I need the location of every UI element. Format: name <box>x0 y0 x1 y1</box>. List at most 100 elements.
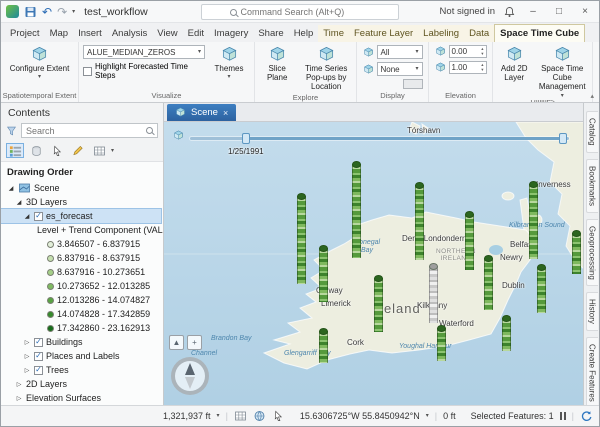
spinner-arrows-icon[interactable]: ▴ ▾ <box>481 46 483 56</box>
scale-control[interactable]: 1,321,937 ft <box>163 411 211 421</box>
layer-checkbox[interactable]: ✓ <box>34 365 43 375</box>
cube-column[interactable] <box>502 315 511 351</box>
undo-icon[interactable]: ↶ <box>42 6 52 18</box>
command-search-input[interactable] <box>240 7 371 17</box>
coordinates-caret-icon[interactable]: ▾ <box>426 413 429 419</box>
cube-column[interactable] <box>415 182 424 260</box>
scene-view-tab[interactable]: Scene × <box>167 104 237 121</box>
pause-drawing-icon[interactable] <box>559 412 566 420</box>
list-by-editing-icon[interactable] <box>69 143 87 158</box>
cube-column[interactable] <box>437 325 446 361</box>
selection-tool-icon[interactable] <box>272 410 285 422</box>
highlight-forecast-checkbox-row[interactable]: Highlight Forecasted Time Steps <box>83 62 205 80</box>
contents-search-input[interactable] <box>26 125 143 136</box>
cube-management-button[interactable]: Space Time Cube Management ▾ <box>535 45 589 100</box>
cube-column[interactable] <box>429 263 438 323</box>
collapse-ribbon-button[interactable]: ▴ <box>590 92 594 100</box>
display-all-dropdown[interactable]: All ▾ <box>376 45 423 59</box>
signin-status[interactable]: Not signed in <box>440 6 495 17</box>
filter-icon[interactable] <box>6 125 17 137</box>
layer-checkbox[interactable]: ✓ <box>34 337 43 347</box>
legend-item[interactable]: 10.273652 - 12.013285 <box>1 279 163 293</box>
list-by-drawing-order-icon[interactable] <box>6 143 24 158</box>
tree-item-elevation-surfaces[interactable]: ▷ Elevation Surfaces <box>1 391 163 405</box>
tree-item-3d-layers[interactable]: ◢ 3D Layers <box>1 195 163 209</box>
time-series-popups-button[interactable]: Time Series Pop-ups by Location <box>299 45 353 93</box>
expand-icon[interactable]: ▷ <box>15 395 23 402</box>
list-by-source-icon[interactable] <box>27 143 45 158</box>
cube-column[interactable] <box>297 193 306 284</box>
minimize-button[interactable]: – <box>524 6 542 17</box>
spinner-arrows-icon[interactable]: ▴ ▾ <box>481 62 483 72</box>
legend-item[interactable]: 3.846507 - 6.837915 <box>1 237 163 251</box>
legend-item[interactable]: 17.342860 - 23.162913 <box>1 321 163 335</box>
cube-column[interactable] <box>484 255 493 310</box>
coordinates-display[interactable]: 15.6306725°W 55.8450942°N <box>300 411 420 421</box>
collapse-icon[interactable]: ◢ <box>7 185 15 192</box>
elevation-exaggeration-spinner[interactable]: 1.00 ▴ ▾ <box>448 61 487 74</box>
nav-arrow-button[interactable]: ▲ <box>169 335 184 350</box>
ribbon-tab-map[interactable]: Map <box>45 25 73 42</box>
quick-access-caret-icon[interactable]: ▾ <box>72 9 75 15</box>
cube-column[interactable] <box>572 230 581 274</box>
cube-column[interactable] <box>319 328 328 363</box>
add-2d-layer-button[interactable]: Add 2D Layer <box>496 45 532 83</box>
contents-search[interactable] <box>21 123 158 138</box>
map-canvas[interactable]: 1/25/1991 ▲ + Tórshavn Inverness Derry/Lon… <box>164 122 583 405</box>
time-slider-end-handle[interactable] <box>559 133 567 144</box>
ribbon-tab-imagery[interactable]: Imagery <box>209 25 253 42</box>
close-button[interactable]: × <box>576 6 594 17</box>
checkbox[interactable] <box>83 66 92 76</box>
panel-tab-history[interactable]: History <box>585 292 598 332</box>
legend-item[interactable]: 12.013286 - 14.074827 <box>1 293 163 307</box>
cube-column[interactable] <box>529 181 538 259</box>
layer-checkbox[interactable]: ✓ <box>34 351 43 361</box>
ribbon-tab-help[interactable]: Help <box>289 25 319 42</box>
tree-item-buildings[interactable]: ▷ ✓ Buildings <box>1 335 163 349</box>
layer-checkbox[interactable]: ✓ <box>34 211 43 221</box>
expand-icon[interactable]: ▷ <box>23 353 31 360</box>
spatial-reference-icon[interactable] <box>253 410 266 422</box>
cube-column[interactable] <box>319 245 328 302</box>
ribbon-tab-project[interactable]: Project <box>5 25 45 42</box>
compass-navigator[interactable] <box>171 357 209 395</box>
time-slider[interactable]: 1/25/1991 <box>164 128 583 162</box>
tree-item-scene[interactable]: ◢ Scene <box>1 181 163 195</box>
ribbon-tab-labeling[interactable]: Labeling <box>418 25 465 42</box>
slice-plane-button[interactable]: Slice Plane <box>258 45 296 83</box>
panel-tab-create-features[interactable]: Create Features <box>585 337 598 410</box>
elevation-offset-spinner[interactable]: 0.00 ▴ ▾ <box>448 45 487 58</box>
command-search[interactable] <box>201 4 399 20</box>
tree-item-2d-layers[interactable]: ▷ 2D Layers <box>1 377 163 391</box>
ribbon-tab-edit[interactable]: Edit <box>183 25 209 42</box>
maximize-button[interactable]: □ <box>550 6 568 17</box>
cube-column[interactable] <box>465 211 474 270</box>
ribbon-tab-analysis[interactable]: Analysis <box>107 25 152 42</box>
legend-item[interactable]: 8.637916 - 10.273651 <box>1 265 163 279</box>
panel-tab-catalog[interactable]: Catalog <box>585 111 598 153</box>
list-by-selection-icon[interactable] <box>48 143 66 158</box>
layout-grid-icon[interactable] <box>234 410 247 422</box>
notifications-icon[interactable] <box>503 6 516 18</box>
expand-icon[interactable]: ▷ <box>23 367 31 374</box>
list-by-snapping-icon[interactable] <box>90 143 108 158</box>
expand-icon[interactable]: ▷ <box>15 381 23 388</box>
redo-icon[interactable]: ↷ <box>57 6 67 18</box>
refresh-icon[interactable] <box>580 410 593 422</box>
legend-item[interactable]: 14.074828 - 17.342859 <box>1 307 163 321</box>
scale-caret-icon[interactable]: ▾ <box>217 413 220 419</box>
display-swatch[interactable] <box>402 79 423 89</box>
toolbar-caret-icon[interactable]: ▾ <box>111 148 114 154</box>
legend-item[interactable]: 6.837916 - 8.637915 <box>1 251 163 265</box>
close-view-icon[interactable]: × <box>223 108 228 118</box>
panel-tab-bookmarks[interactable]: Bookmarks <box>585 158 598 213</box>
time-slider-start-handle[interactable] <box>242 133 250 144</box>
tree-item-places-and-labels[interactable]: ▷ ✓ Places and Labels <box>1 349 163 363</box>
ribbon-tab-time[interactable]: Time <box>318 25 349 42</box>
ribbon-tab-data[interactable]: Data <box>464 25 495 42</box>
tree-item-es-forecast[interactable]: ◢ ✓ es_forecast <box>1 208 162 224</box>
display-none-dropdown[interactable]: None ▾ <box>376 62 423 76</box>
save-icon[interactable] <box>24 6 37 18</box>
configure-extent-button[interactable]: Configure Extent ▾ <box>8 45 72 81</box>
collapse-icon[interactable]: ◢ <box>23 213 31 220</box>
